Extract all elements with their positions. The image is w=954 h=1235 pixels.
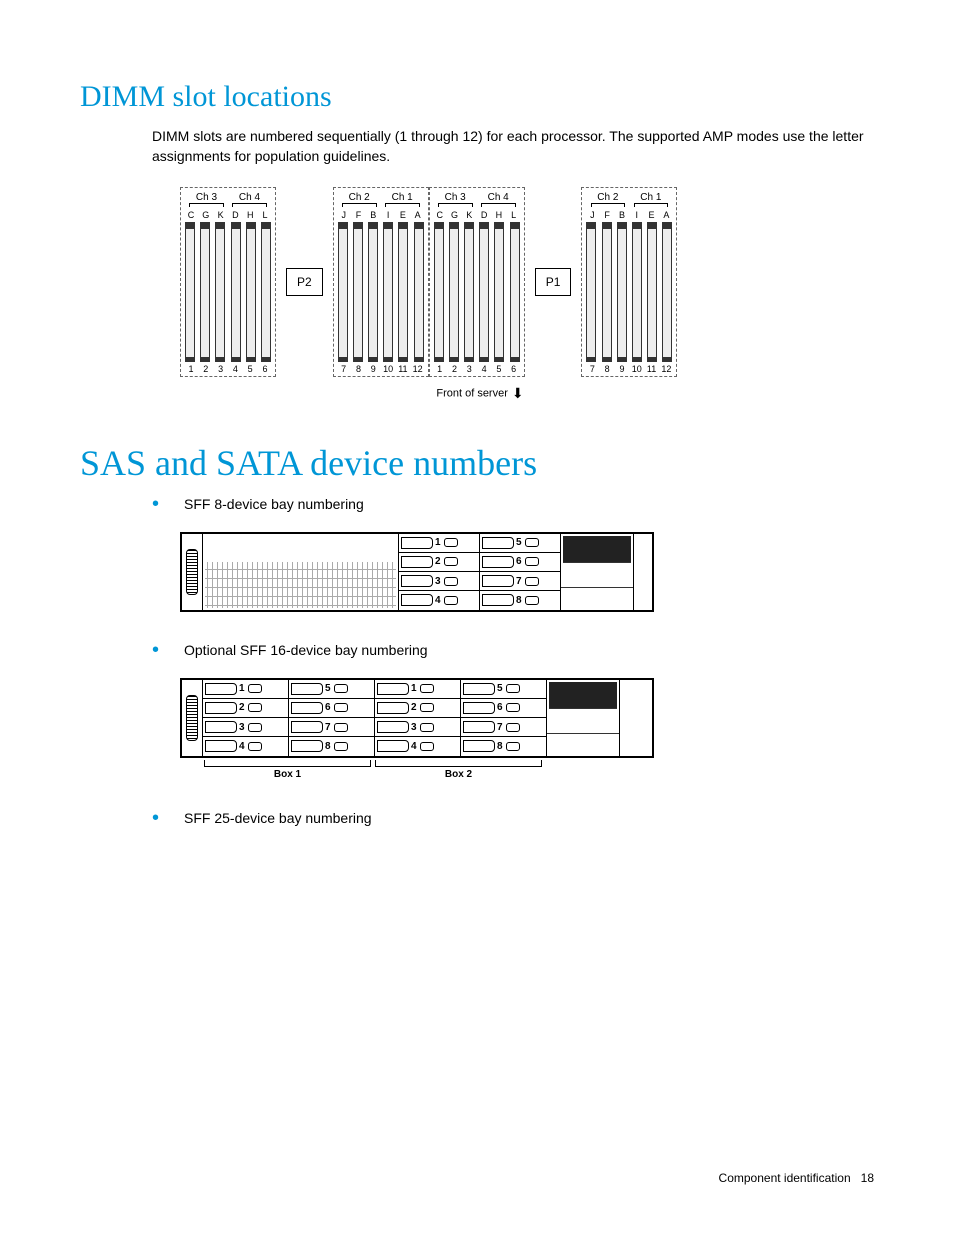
dimm-bank-p1-right: Ch 2Ch 1 JFBIEA 789101112 — [581, 187, 677, 377]
dimm-intro-text: DIMM slots are numbered sequentially (1 … — [80, 126, 874, 167]
sff16-figure: 1 2 3 4 5 6 7 8 1 2 3 4 5 6 7 8 — [180, 678, 874, 780]
bay-cage-box2-b: 5 6 7 8 — [461, 680, 547, 756]
bay-cage-box2-a: 1 2 3 4 — [375, 680, 461, 756]
dimm-bank-p2-right: Ch 2Ch 1 JFBIEA 789101112 — [333, 187, 429, 377]
vga-port-icon — [186, 549, 198, 595]
dimm-bank-p1-left: Ch 3Ch 4 CGKDHL 123456 — [429, 187, 525, 377]
bay-cage-2: 5 6 7 8 — [480, 534, 561, 610]
heading-dimm: DIMM slot locations — [80, 80, 874, 114]
front-of-server-label: Front of server⬇ — [280, 385, 680, 402]
bay-cage-box1-b: 5 6 7 8 — [289, 680, 375, 756]
blank-drive-panel — [203, 534, 399, 610]
processor-p2-label: P2 — [286, 268, 323, 296]
sff8-figure: 1 2 3 4 5 6 7 8 — [180, 532, 874, 612]
page-footer: Component identification 18 — [719, 1171, 874, 1185]
bay-cage-1: 1 2 3 4 — [399, 534, 480, 610]
bay-cage-box1-a: 1 2 3 4 — [203, 680, 289, 756]
processor-p1-label: P1 — [535, 268, 572, 296]
box2-label: Box 2 — [373, 760, 544, 780]
front-control-panel — [561, 534, 634, 610]
vga-port-icon — [186, 695, 198, 741]
bullet-sff16: Optional SFF 16-device bay numbering — [152, 642, 874, 658]
down-arrow-icon: ⬇ — [512, 385, 524, 402]
dimm-slot-figure: Ch 3Ch 4 CGKDHL 123456 P2 Ch 2Ch 1 JFBIE… — [180, 187, 874, 402]
heading-sas-sata: SAS and SATA device numbers — [80, 442, 874, 484]
bullet-sff25: SFF 25-device bay numbering — [152, 810, 874, 826]
dimm-bank-p2-left: Ch 3Ch 4 CGKDHL 123456 — [180, 187, 276, 377]
box1-label: Box 1 — [202, 760, 373, 780]
bullet-sff8: SFF 8-device bay numbering — [152, 496, 874, 512]
front-control-panel — [547, 680, 620, 756]
